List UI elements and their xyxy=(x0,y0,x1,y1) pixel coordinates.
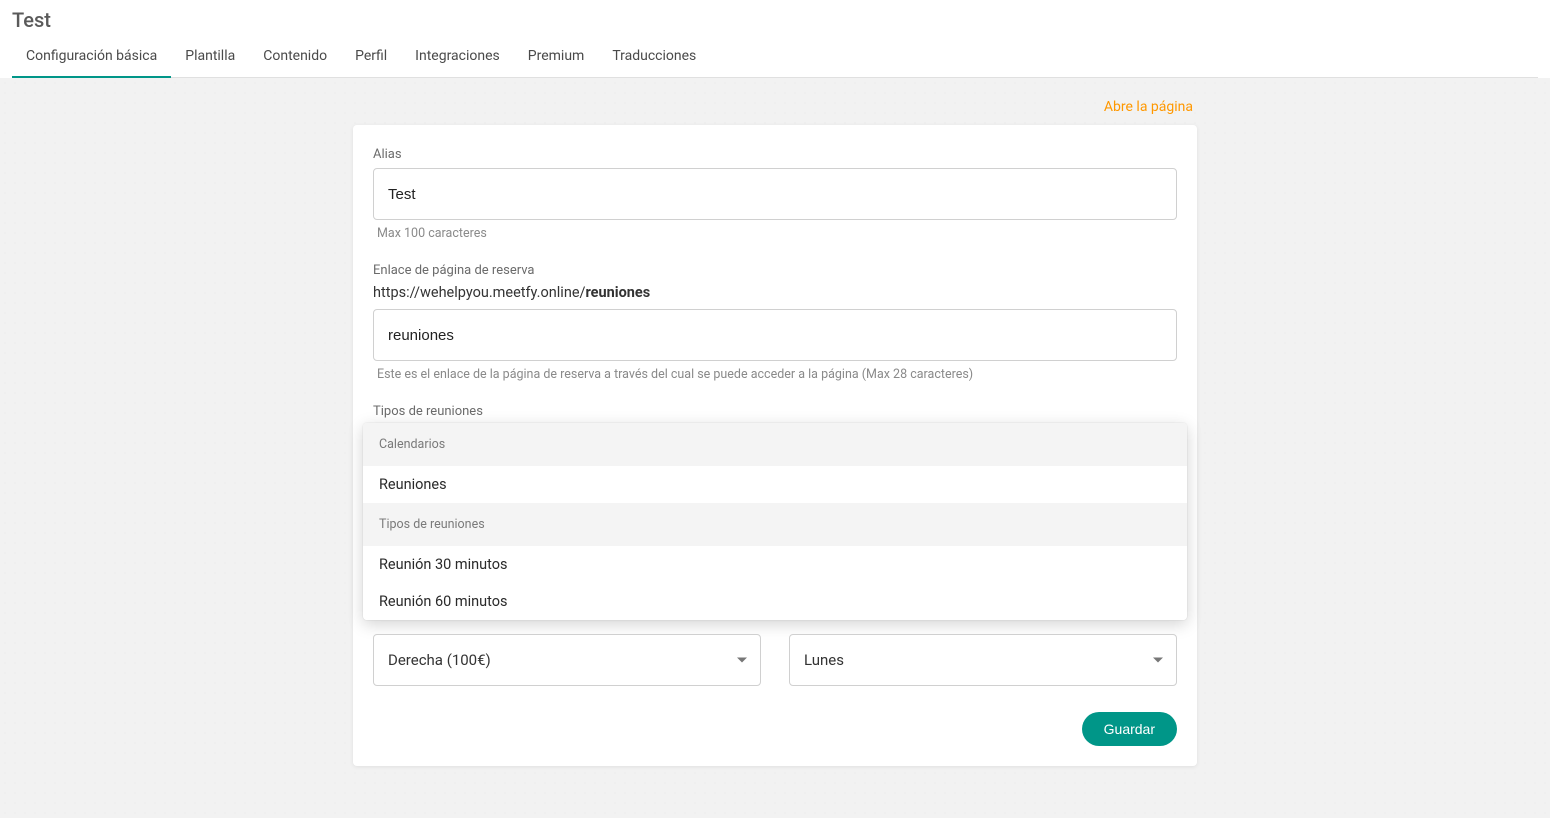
save-button[interactable]: Guardar xyxy=(1082,712,1177,746)
tabs-bar: Configuración básicaPlantillaContenidoPe… xyxy=(12,38,1538,78)
tab-4[interactable]: Integraciones xyxy=(401,38,514,78)
booking-url-preview: https://wehelpyou.meetfy.online/reunione… xyxy=(373,284,1177,301)
dropdown-group-header: Calendarios xyxy=(363,423,1187,466)
alias-input[interactable] xyxy=(373,168,1177,220)
dropdown-option[interactable]: Reunión 30 minutos xyxy=(363,546,1187,583)
dropdown-option[interactable]: Reuniones xyxy=(363,466,1187,503)
open-page-link[interactable]: Abre la página xyxy=(1104,99,1193,115)
dropdown-option[interactable]: Reunión 60 minutos xyxy=(363,583,1187,620)
tab-5[interactable]: Premium xyxy=(514,38,599,78)
week-start-value: Lunes xyxy=(804,651,844,669)
booking-link-helper: Este es el enlace de la página de reserv… xyxy=(373,367,1177,382)
dropdown-group-header: Tipos de reuniones xyxy=(363,503,1187,546)
week-start-select[interactable]: Lunes xyxy=(789,634,1177,686)
tab-0[interactable]: Configuración básica xyxy=(12,38,171,78)
currency-position-value: Derecha (100€) xyxy=(388,651,491,669)
booking-base-url: https://wehelpyou.meetfy.online/ xyxy=(373,284,586,301)
booking-link-label: Enlace de página de reserva xyxy=(373,263,1177,278)
alias-field-group: Alias Max 100 caracteres xyxy=(373,147,1177,241)
booking-link-group: Enlace de página de reserva https://wehe… xyxy=(373,263,1177,382)
page-title: Test xyxy=(12,6,1538,38)
tab-2[interactable]: Contenido xyxy=(249,38,341,78)
settings-card: Alias Max 100 caracteres Enlace de págin… xyxy=(353,125,1197,766)
content-area: Abre la página Alias Max 100 caracteres … xyxy=(0,78,1550,818)
booking-slug: reuniones xyxy=(586,284,651,301)
meeting-types-group: Tipos de reuniones CalendariosReunionesT… xyxy=(373,404,1177,620)
alias-label: Alias xyxy=(373,147,1177,162)
tab-1[interactable]: Plantilla xyxy=(171,38,249,78)
currency-position-select[interactable]: Derecha (100€) xyxy=(373,634,761,686)
meeting-types-label: Tipos de reuniones xyxy=(373,404,1177,419)
selects-row: Derecha (100€) Lunes xyxy=(373,634,1177,686)
alias-helper: Max 100 caracteres xyxy=(373,226,1177,241)
booking-slug-input[interactable] xyxy=(373,309,1177,361)
meeting-types-dropdown[interactable]: CalendariosReunionesTipos de reunionesRe… xyxy=(363,423,1187,620)
tab-6[interactable]: Traducciones xyxy=(598,38,710,78)
tab-3[interactable]: Perfil xyxy=(341,38,401,78)
